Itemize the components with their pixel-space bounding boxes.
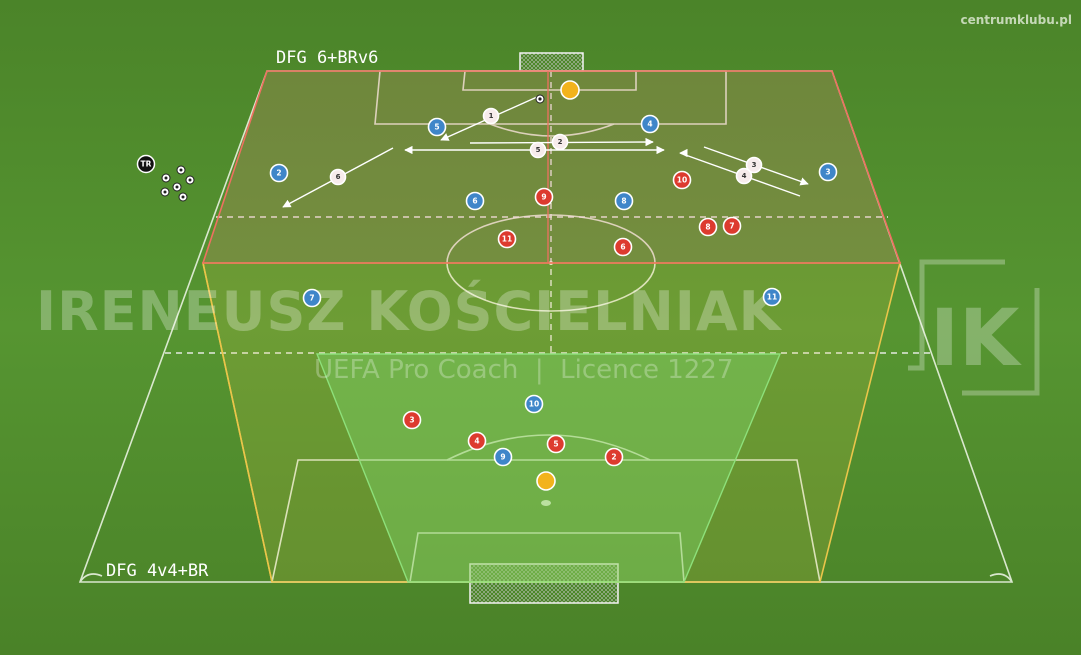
blue-player-10-number: 10 [529, 400, 539, 409]
ball [535, 94, 545, 104]
zone-red [201, 70, 902, 264]
marker-6[interactable]: 6 [329, 168, 347, 186]
blue-player-6[interactable]: 6 [465, 191, 485, 211]
blue-player-11-number: 11 [767, 293, 777, 302]
blue-player-7[interactable]: 7 [302, 288, 322, 308]
marker-5[interactable]: 5 [529, 141, 547, 159]
red-player-10-number: 10 [677, 176, 687, 185]
red-player-5-number: 5 [553, 440, 558, 449]
blue-player-8-number: 8 [621, 197, 626, 206]
marker-2[interactable]: 2 [551, 133, 569, 151]
blue-player-10[interactable]: 10 [524, 394, 544, 414]
watermark-subtitle: UEFA Pro Coach | Licence 1227 [314, 355, 733, 385]
red-player-3[interactable]: 3 [402, 410, 422, 430]
red-player-2-number: 2 [611, 453, 616, 462]
blue-player-2-number: 2 [276, 169, 281, 178]
red-player-8[interactable]: 8 [698, 217, 718, 237]
red-player-5[interactable]: 5 [546, 434, 566, 454]
red-player-11[interactable]: 11 [497, 229, 517, 249]
blue-player-2[interactable]: 2 [269, 163, 289, 183]
red-player-3-number: 3 [409, 416, 414, 425]
marker-1[interactable]: 1 [482, 107, 500, 125]
red-player-11-number: 11 [502, 235, 512, 244]
marker-6-number: 6 [336, 173, 341, 181]
red-player-8-number: 8 [705, 223, 710, 232]
tactics-board: IRENEUSZ KOŚCIELNIAK UEFA Pro Coach | Li… [0, 0, 1081, 655]
red-player-7[interactable]: 7 [722, 216, 742, 236]
watermark-name: IRENEUSZ KOŚCIELNIAK [36, 280, 783, 343]
red-player-4-number: 4 [474, 437, 479, 446]
marker-4-number: 4 [742, 172, 747, 180]
blue-player-7-number: 7 [309, 294, 314, 303]
marker-5-number: 5 [536, 146, 541, 154]
blue-player-4[interactable]: 4 [640, 114, 660, 134]
marker-4[interactable]: 4 [735, 167, 753, 185]
goalkeeper-2[interactable] [536, 471, 556, 491]
blue-player-4-number: 4 [647, 120, 652, 129]
blue-player-3-number: 3 [825, 168, 830, 177]
watermark-logo: IK [930, 294, 1022, 384]
red-player-6-number: 6 [620, 243, 625, 252]
coach: TR [136, 154, 156, 174]
blue-player-11[interactable]: 11 [762, 287, 782, 307]
blue-player-5-number: 5 [434, 123, 439, 132]
marker-1-number: 1 [489, 112, 494, 120]
coach-label: TR [141, 160, 152, 169]
blue-player-3[interactable]: 3 [818, 162, 838, 182]
goalkeeper-1[interactable] [560, 80, 580, 100]
red-player-6[interactable]: 6 [613, 237, 633, 257]
red-player-9[interactable]: 9 [534, 187, 554, 207]
red-player-9-number: 9 [541, 193, 546, 202]
site-label: centrumklubu.pl [960, 13, 1072, 27]
blue-player-8[interactable]: 8 [614, 191, 634, 211]
marker-3-number: 3 [752, 161, 757, 169]
red-player-10[interactable]: 10 [672, 170, 692, 190]
red-player-2[interactable]: 2 [604, 447, 624, 467]
blue-player-9[interactable]: 9 [493, 447, 513, 467]
blue-player-9-number: 9 [500, 453, 505, 462]
blue-player-5[interactable]: 5 [427, 117, 447, 137]
red-player-4[interactable]: 4 [467, 431, 487, 451]
zone-label-bottom: DFG 4v4+BR [106, 561, 209, 581]
zone-label-top: DFG 6+BRv6 [276, 48, 378, 68]
marker-2-number: 2 [558, 138, 563, 146]
red-player-7-number: 7 [729, 222, 734, 231]
blue-player-6-number: 6 [472, 197, 477, 206]
top-goal [519, 52, 584, 72]
